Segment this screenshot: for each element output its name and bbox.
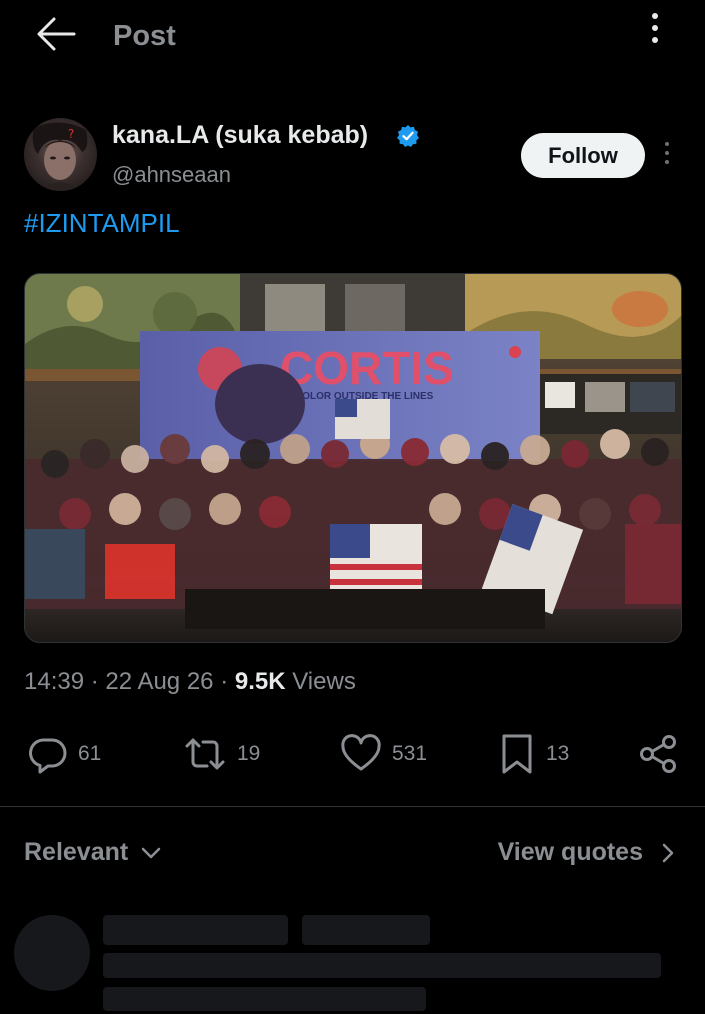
views-count: 9.5K — [234, 668, 286, 695]
author-avatar[interactable]: ? — [24, 118, 97, 191]
event-photo: CORTIS COLOR OUTSIDE THE LINES — [25, 274, 681, 642]
skeleton-line — [103, 915, 288, 945]
heart-icon — [341, 734, 381, 771]
post-image[interactable]: CORTIS COLOR OUTSIDE THE LINES — [24, 273, 682, 643]
arrow-left-icon — [37, 17, 76, 51]
bookmark-count: 13 — [546, 742, 570, 765]
chevron-down-icon — [141, 847, 161, 858]
more-options-button[interactable] — [640, 8, 670, 48]
more-vertical-icon — [652, 13, 658, 19]
back-button[interactable] — [30, 10, 82, 58]
like-count: 531 — [392, 742, 428, 765]
repost-icon — [185, 738, 225, 770]
more-vertical-icon — [665, 142, 669, 146]
skeleton-line — [103, 953, 661, 978]
chevron-right-icon — [662, 843, 674, 862]
skeleton-line — [103, 987, 426, 1011]
repost-count: 19 — [237, 742, 261, 765]
verified-badge-icon — [397, 125, 419, 147]
share-icon — [640, 735, 676, 773]
post-time: 14:39 — [24, 668, 85, 695]
skeleton-avatar — [14, 915, 90, 991]
sort-label: Relevant — [24, 838, 129, 866]
meta-separator: · — [90, 668, 99, 695]
view-quotes-button[interactable]: View quotes — [498, 838, 675, 867]
meta-separator: · — [220, 668, 229, 695]
sort-replies-button[interactable]: Relevant — [24, 838, 162, 867]
top-bar: Post — [0, 0, 705, 78]
bookmark-icon — [502, 734, 532, 774]
like-button[interactable]: 531 — [340, 730, 427, 778]
author-handle[interactable]: @ahnseaan — [112, 162, 231, 188]
post-date: 22 Aug 26 — [105, 668, 214, 695]
views-label: Views — [292, 668, 356, 695]
divider — [0, 806, 705, 807]
reply-count: 61 — [78, 742, 102, 765]
author-more-button[interactable] — [662, 142, 672, 172]
reply-button[interactable]: 61 — [28, 730, 101, 778]
post-hashtag[interactable]: #IZINTAMPIL — [24, 208, 180, 239]
svg-text:?: ? — [68, 127, 74, 141]
reply-icon — [29, 738, 67, 774]
bookmark-button[interactable]: 13 — [498, 730, 569, 778]
author-display-name[interactable]: kana.LA (suka kebab) — [112, 121, 368, 150]
follow-button[interactable]: Follow — [521, 133, 645, 178]
post-meta: 14:39 · 22 Aug 26 · 9.5K Views — [24, 668, 356, 696]
skeleton-line — [302, 915, 430, 945]
repost-button[interactable]: 19 — [183, 730, 260, 778]
banner-title: CORTIS — [280, 342, 454, 394]
page-title: Post — [113, 20, 176, 52]
post-actions: 61 19 531 13 — [0, 730, 705, 780]
share-button[interactable] — [637, 730, 679, 778]
view-quotes-label: View quotes — [497, 838, 643, 866]
